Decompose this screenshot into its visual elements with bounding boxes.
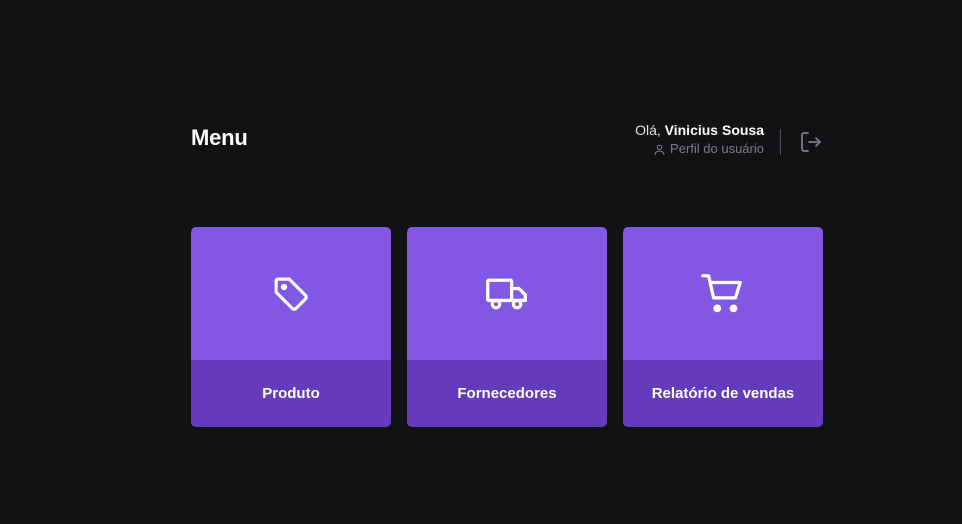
card-icon-area bbox=[191, 227, 391, 360]
tag-icon bbox=[274, 277, 308, 311]
shopping-cart-icon bbox=[701, 273, 742, 312]
logout-button[interactable] bbox=[799, 130, 823, 154]
user-icon bbox=[654, 144, 665, 155]
menu-page: Menu Olá, Vinicius Sousa Perfil do usuár… bbox=[0, 0, 962, 524]
card-label: Relatório de vendas bbox=[623, 360, 823, 427]
truck-icon bbox=[486, 278, 527, 309]
card-icon-area bbox=[407, 227, 607, 360]
menu-cards: Produto Fornecedores Relatório de vendas bbox=[191, 227, 823, 427]
card-relatorio-vendas[interactable]: Relatório de vendas bbox=[623, 227, 823, 427]
header: Menu Olá, Vinicius Sousa Perfil do usuár… bbox=[191, 118, 823, 166]
card-label: Fornecedores bbox=[407, 360, 607, 427]
greeting-block: Olá, Vinicius Sousa Perfil do usuário bbox=[635, 120, 764, 158]
profile-label: Perfil do usuário bbox=[670, 141, 764, 156]
page-title: Menu bbox=[191, 125, 248, 150]
card-fornecedores[interactable]: Fornecedores bbox=[407, 227, 607, 427]
card-label: Produto bbox=[191, 360, 391, 427]
user-area: Olá, Vinicius Sousa Perfil do usuário bbox=[635, 122, 823, 158]
card-produto[interactable]: Produto bbox=[191, 227, 391, 427]
header-divider bbox=[780, 129, 781, 155]
greeting: Olá, Vinicius Sousa bbox=[635, 120, 764, 140]
profile-link[interactable]: Perfil do usuário bbox=[653, 140, 764, 158]
user-name: Vinicius Sousa bbox=[664, 122, 764, 138]
greeting-prefix: Olá, bbox=[635, 122, 665, 138]
card-icon-area bbox=[623, 227, 823, 360]
logout-icon bbox=[801, 132, 821, 152]
